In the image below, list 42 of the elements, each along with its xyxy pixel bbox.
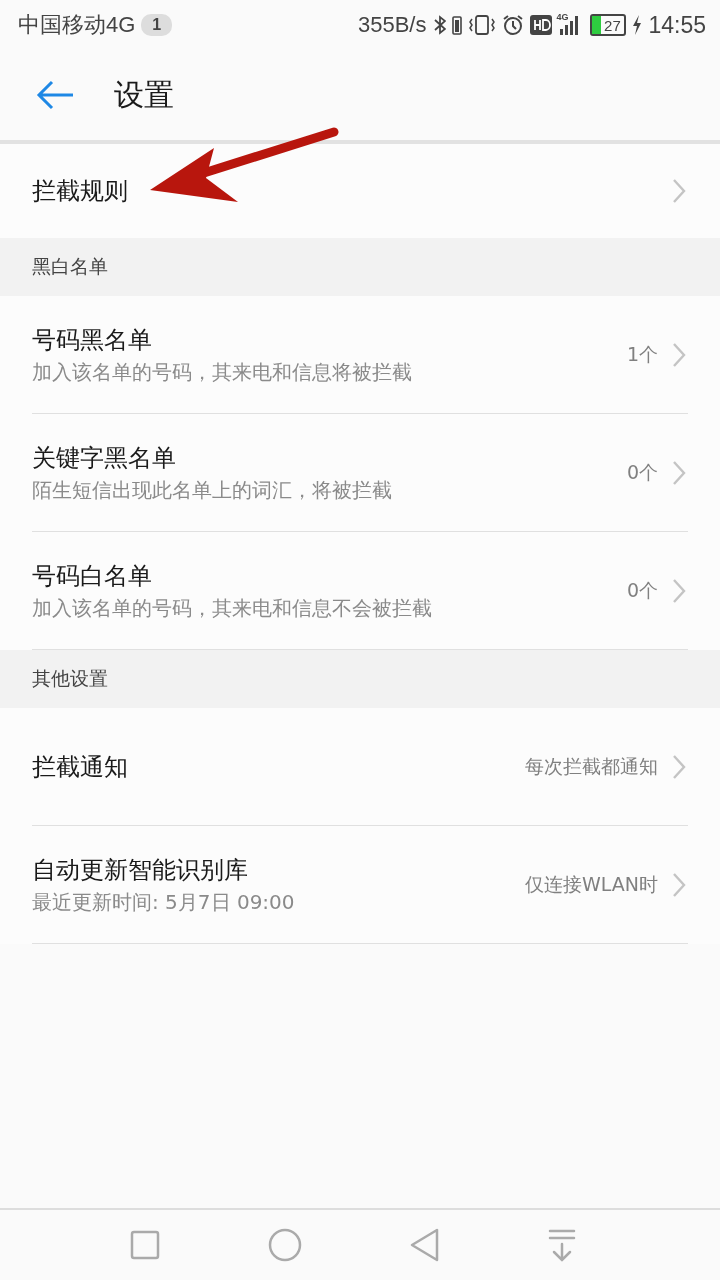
chevron-icon [672,178,686,204]
vibrate-icon [468,14,497,36]
network-type: 4G [556,12,569,22]
row-subtitle: 陌生短信出现此名单上的词汇，将被拦截 [32,478,393,503]
row-value: 仅连接WLAN时 [524,871,658,897]
network-speed: 355B/s [357,12,427,38]
charging-icon [632,15,643,35]
row-subtitle: 加入该名单的号码，其来电和信息将被拦截 [32,360,413,385]
page-title: 设置 [114,75,174,114]
row-subtitle: 最近更新时间: 5月7日 09:00 [32,890,296,915]
bluetooth-icon [434,14,447,36]
row-title[interactable]: 号码黑名单 [32,324,432,356]
chevron-icon[interactable] [672,459,686,486]
signal-icon [558,14,581,36]
hd-icon [530,15,553,35]
chevron-icon[interactable] [672,871,686,898]
carrier-name: 中国移动4G [18,11,136,39]
back-arrow-icon[interactable] [36,80,74,110]
settings-row[interactable]: 拦截规则 [32,144,688,238]
row-value: 0个 [626,459,658,485]
battery-indicator: 27 [590,14,627,36]
section-header: 其他设置 [0,650,720,708]
row-title[interactable]: 关键字黑名单 [32,442,432,474]
alarm-icon [502,14,525,36]
row-title[interactable]: 号码白名单 [32,560,432,592]
chevron-icon[interactable] [672,753,686,780]
chevron-icon[interactable] [672,577,686,604]
row-subtitle: 加入该名单的号码，其来电和信息不会被拦截 [32,596,432,621]
row-title[interactable]: 自动更新智能识别库 [32,854,432,886]
notification-pull-icon[interactable] [548,1228,576,1262]
recent-apps-icon[interactable] [130,1230,160,1260]
chevron-icon[interactable] [672,341,686,368]
home-icon[interactable] [268,1228,302,1262]
row-value: 每次拦截都通知 [525,753,658,779]
section-header: 黑白名单 [0,238,720,296]
row-value: 0个 [626,577,658,603]
battery-small-icon [452,14,463,36]
row-value: 1个 [626,341,658,367]
clock-time: 14:55 [648,11,706,39]
row-title[interactable]: 拦截通知 [32,750,432,783]
sim-badge: 1 [141,14,173,36]
back-icon[interactable] [410,1228,440,1262]
